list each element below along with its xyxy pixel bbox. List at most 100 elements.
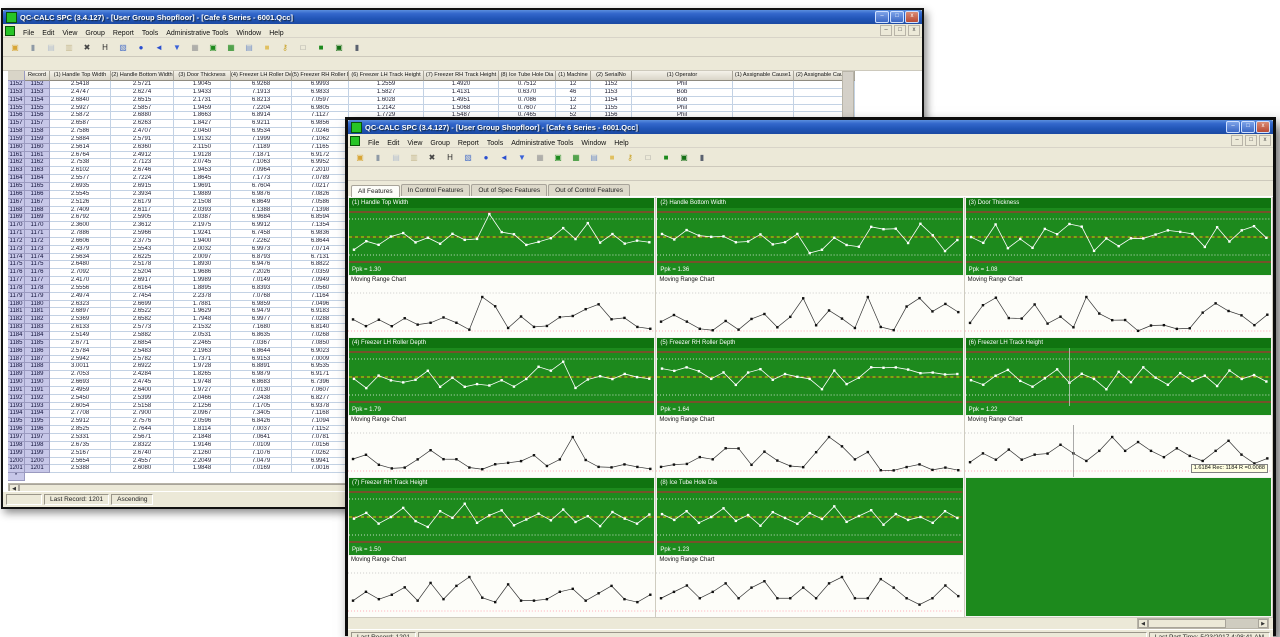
scroll-left-arrow-icon[interactable]: ◀ <box>9 484 19 491</box>
grid-icon[interactable]: ▦ <box>532 150 548 165</box>
panel-icon[interactable]: □ <box>640 150 656 165</box>
tab-all-features[interactable]: All Features <box>351 185 400 197</box>
column-header[interactable]: (4) Freezer LH Roller Depth <box>231 71 292 81</box>
tab-out-of-control-features[interactable]: Out of Control Features <box>548 184 630 196</box>
row-selector[interactable]: 1155 <box>8 105 25 113</box>
row-selector[interactable]: 1201 <box>8 465 25 473</box>
row-selector[interactable]: 1200 <box>8 458 25 466</box>
row-selector[interactable]: 1198 <box>8 442 25 450</box>
panel-green-icon[interactable]: ■ <box>313 40 329 55</box>
row-selector[interactable]: 1197 <box>8 434 25 442</box>
row-selector[interactable]: 1156 <box>8 112 25 120</box>
row-selector[interactable]: 1162 <box>8 159 25 167</box>
close-button[interactable]: x <box>905 11 919 23</box>
column-header[interactable]: (1) Machine <box>556 71 591 81</box>
menu-item-window[interactable]: Window <box>577 139 610 148</box>
minimize-button[interactable]: – <box>875 11 889 23</box>
xbar-chart-plot[interactable] <box>966 348 1271 406</box>
chart-horizontal-scrollbar[interactable]: ◀ ▶ <box>1137 618 1269 629</box>
datasheet-icon[interactable]: ▤ <box>586 150 602 165</box>
mdi-minimize-button[interactable]: – <box>1231 135 1243 146</box>
moving-range-plot[interactable] <box>656 565 963 617</box>
row-selector[interactable]: 1194 <box>8 410 25 418</box>
menu-item-edit[interactable]: Edit <box>383 139 403 148</box>
row-selector[interactable]: 1186 <box>8 348 25 356</box>
row-selector[interactable]: 1189 <box>8 371 25 379</box>
moving-range-plot[interactable] <box>656 425 963 477</box>
folder-icon[interactable]: ■ <box>259 40 275 55</box>
first-record-icon[interactable]: ◄ <box>151 40 167 55</box>
spc-chart2-icon[interactable]: ▦ <box>223 40 239 55</box>
row-selector[interactable]: 1182 <box>8 316 25 324</box>
table-row[interactable]: 115311532.47472.62741.94337.19136.98331.… <box>8 89 855 97</box>
moving-range-plot[interactable] <box>656 285 963 337</box>
table-row[interactable]: 115511552.59272.58571.94597.22046.98051.… <box>8 105 855 113</box>
row-selector[interactable]: 1173 <box>8 246 25 254</box>
xbar-chart-plot[interactable] <box>966 208 1271 266</box>
row-selector[interactable]: 1179 <box>8 293 25 301</box>
port-icon[interactable]: ▮ <box>349 40 365 55</box>
menu-item-help[interactable]: Help <box>610 139 632 148</box>
mdi-minimize-button[interactable]: – <box>880 25 892 36</box>
menu-item-tools[interactable]: Tools <box>138 29 162 38</box>
delete-record-icon[interactable]: ▮ <box>25 40 41 55</box>
close-button[interactable]: x <box>1256 121 1270 133</box>
minimize-button[interactable]: – <box>1226 121 1240 133</box>
monitor-icon[interactable]: ▣ <box>331 40 347 55</box>
row-selector[interactable]: 1183 <box>8 324 25 332</box>
moving-range-plot[interactable] <box>348 285 655 337</box>
row-selector[interactable]: 1187 <box>8 356 25 364</box>
pause-icon[interactable]: H <box>97 40 113 55</box>
row-selector[interactable]: 1190 <box>8 379 25 387</box>
filter-icon[interactable]: ▼ <box>169 40 185 55</box>
paste-icon[interactable]: ▥ <box>406 150 422 165</box>
row-selector[interactable]: 1164 <box>8 175 25 183</box>
menu-item-administrative-tools[interactable]: Administrative Tools <box>162 29 232 38</box>
pin-icon[interactable]: ● <box>478 150 494 165</box>
row-selector[interactable]: 1196 <box>8 426 25 434</box>
panel-green-icon[interactable]: ■ <box>658 150 674 165</box>
row-selector[interactable]: 1181 <box>8 308 25 316</box>
row-selector[interactable]: 1185 <box>8 340 25 348</box>
menu-item-file[interactable]: File <box>19 29 38 38</box>
row-selector[interactable]: 1193 <box>8 403 25 411</box>
row-selector[interactable]: 1199 <box>8 450 25 458</box>
spc-chart-icon[interactable]: ▣ <box>550 150 566 165</box>
menu-item-help[interactable]: Help <box>265 29 287 38</box>
column-header[interactable]: (2) Handle Bottom Width <box>111 71 174 81</box>
moving-range-plot[interactable] <box>348 565 655 617</box>
row-selector[interactable]: 1171 <box>8 230 25 238</box>
spc-chart-icon[interactable]: ▣ <box>205 40 221 55</box>
moving-range-plot[interactable] <box>348 425 655 477</box>
pin-icon[interactable]: ● <box>133 40 149 55</box>
open-file-icon[interactable]: ▣ <box>352 150 368 165</box>
row-selector[interactable]: 1158 <box>8 128 25 136</box>
mdi-close-button[interactable]: x <box>908 25 920 36</box>
folder-icon[interactable]: ■ <box>604 150 620 165</box>
column-header[interactable]: (1) Handle Top Width <box>50 71 111 81</box>
delete-icon[interactable]: ✖ <box>79 40 95 55</box>
row-selector[interactable]: 1177 <box>8 277 25 285</box>
admin-key-icon[interactable]: ⚷ <box>622 150 638 165</box>
row-selector[interactable]: 1157 <box>8 120 25 128</box>
menu-item-report[interactable]: Report <box>109 29 138 38</box>
restore-button[interactable]: □ <box>1241 121 1255 133</box>
paste-icon[interactable]: ▥ <box>61 40 77 55</box>
spc-chart2-icon[interactable]: ▦ <box>568 150 584 165</box>
row-selector[interactable]: 1192 <box>8 395 25 403</box>
row-selector[interactable]: 1195 <box>8 418 25 426</box>
delete-record-icon[interactable]: ▮ <box>370 150 386 165</box>
row-selector[interactable]: 1172 <box>8 238 25 246</box>
row-selector[interactable]: 1175 <box>8 261 25 269</box>
row-selector[interactable]: 1153 <box>8 89 25 97</box>
panel-icon[interactable]: □ <box>295 40 311 55</box>
row-selector[interactable]: 1166 <box>8 191 25 199</box>
moving-range-plot[interactable] <box>965 285 1272 337</box>
first-record-icon[interactable]: ◄ <box>496 150 512 165</box>
row-selector[interactable]: 1169 <box>8 214 25 222</box>
report-icon[interactable]: ▧ <box>460 150 476 165</box>
row-selector[interactable]: 1170 <box>8 222 25 230</box>
column-header[interactable]: (8) Ice Tube Hole Dia <box>499 71 556 81</box>
row-selector[interactable]: 1191 <box>8 387 25 395</box>
row-selector[interactable]: 1184 <box>8 332 25 340</box>
